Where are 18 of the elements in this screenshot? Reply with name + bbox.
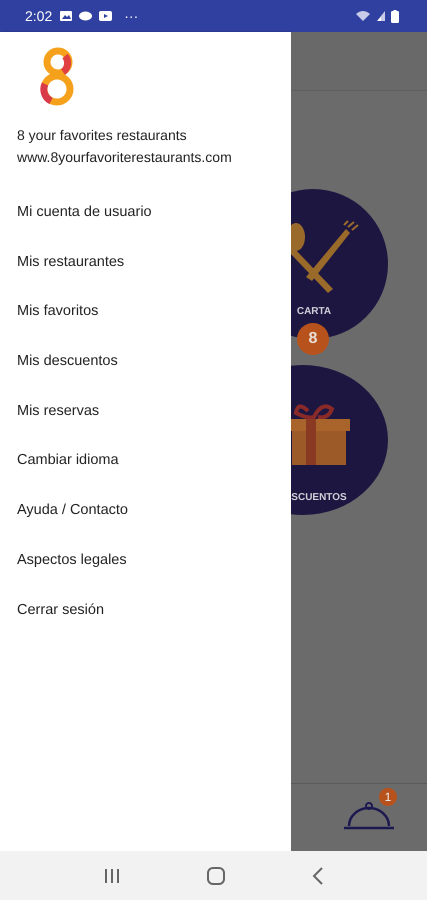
website-link[interactable]: www.8yourfavoriterestaurants.com xyxy=(17,146,291,168)
menu-item[interactable]: Aspectos legales xyxy=(0,552,291,602)
menu-item[interactable]: Ayuda / Contacto xyxy=(0,502,291,552)
count-badge: 8 xyxy=(297,323,329,355)
app-name: 8 your favorites restaurants xyxy=(17,126,188,145)
menu-item[interactable]: Mis restaurantes xyxy=(0,254,291,304)
tile-label: CARTA xyxy=(296,306,332,317)
more-notifications: ··· xyxy=(124,8,138,24)
menu-item[interactable]: Cambiar idioma xyxy=(0,452,291,502)
status-time: 2:02 xyxy=(25,8,52,24)
menu-tile[interactable]: SCUENTOS xyxy=(291,365,388,515)
menu-item[interactable]: Mis descuentos xyxy=(0,353,291,403)
menu-item[interactable]: Mis favoritos xyxy=(0,303,291,354)
menu-item[interactable]: Mis reservas xyxy=(0,402,291,452)
tile-label: SCUENTOS xyxy=(291,492,347,503)
notification-badge: 1 xyxy=(379,788,397,806)
menu-item[interactable]: Cerrar sesión xyxy=(0,602,291,652)
menu-item[interactable]: Mi cuenta de usuario xyxy=(0,204,291,254)
